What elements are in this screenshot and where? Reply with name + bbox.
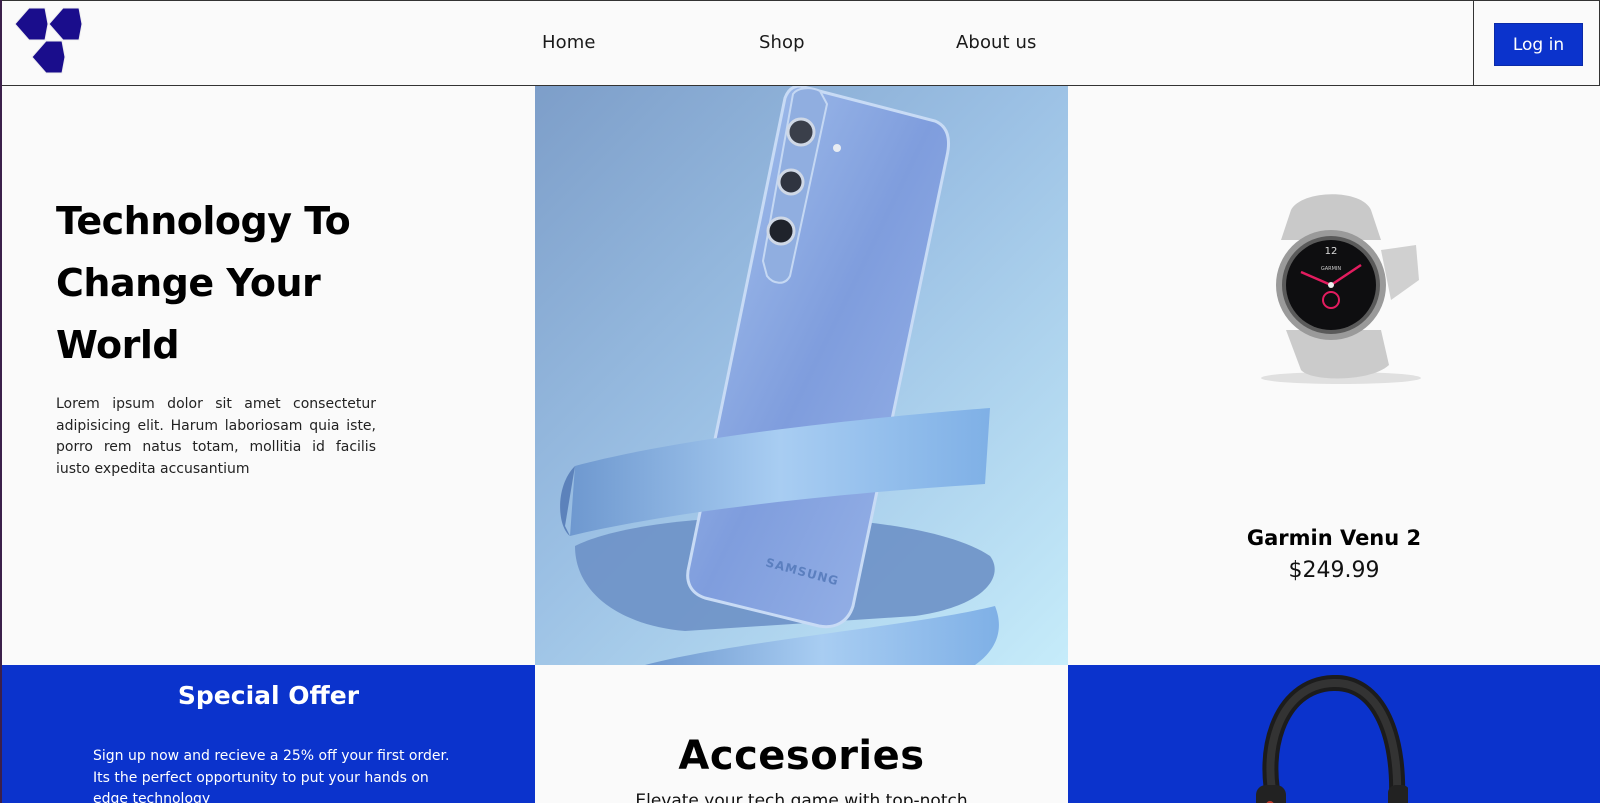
hero-description: Lorem ipsum dolor sit amet consectetur a…: [56, 396, 376, 477]
watch-face-numeral: 12: [1325, 246, 1338, 257]
camera-lens: [766, 216, 796, 246]
hero-phone-image: SAMSUNG: [535, 86, 1068, 665]
nav-link-about[interactable]: About us: [956, 32, 1037, 53]
nav-link-home[interactable]: Home: [542, 32, 596, 53]
header-divider: [1473, 1, 1474, 86]
smartwatch-image: 12 GARMIN: [1261, 194, 1421, 384]
site-header: Home Shop About us Log in: [2, 0, 1600, 86]
hero-section: Technology To Change Your World Lorem ip…: [56, 190, 376, 480]
accessories-text: Elevate your tech game with top-notch: [635, 791, 968, 803]
hexagon-logo-icon[interactable]: [12, 5, 84, 77]
featured-product-card[interactable]: 12 GARMIN Garmin Venu 2 $249.99: [1068, 86, 1600, 665]
accessories-title: Accesories: [678, 733, 925, 779]
headphones-image: [1256, 675, 1408, 803]
special-offer-title: Special Offer: [177, 681, 360, 710]
hero-title-line: Change Your: [56, 261, 321, 305]
product-price: $249.99: [1288, 558, 1380, 583]
hero-title-line: Technology To: [56, 199, 351, 243]
login-button[interactable]: Log in: [1494, 23, 1583, 66]
headphones-image-panel: [1068, 665, 1600, 803]
camera-lens: [777, 168, 805, 196]
hero-title: Technology To Change Your World: [56, 190, 376, 376]
phone-illustration: SAMSUNG: [560, 86, 999, 665]
nav-link-shop[interactable]: Shop: [759, 32, 805, 53]
special-offer-text: Sign up now and recieve a 25% off your f…: [93, 748, 450, 803]
special-offer-section: Special Offer Sign up now and recieve a …: [2, 665, 535, 803]
accessories-section: Accesories Elevate your tech game with t…: [535, 665, 1068, 803]
camera-lens: [786, 117, 816, 147]
hero-title-line: World: [56, 323, 180, 367]
watch-brand-text: GARMIN: [1321, 266, 1342, 272]
product-name[interactable]: Garmin Venu 2: [1068, 526, 1600, 550]
